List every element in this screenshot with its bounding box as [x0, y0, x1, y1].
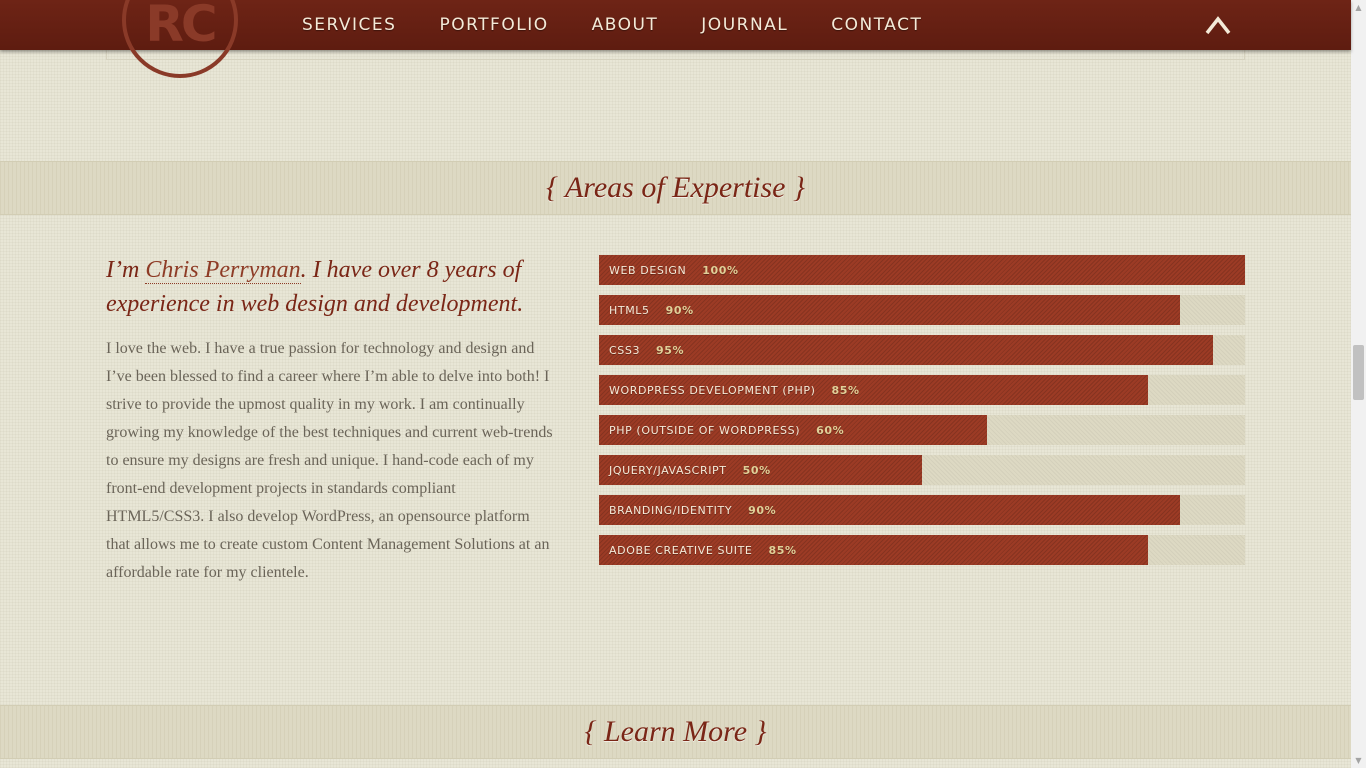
- learn-more-banner: { Learn More }: [0, 705, 1351, 759]
- skill-name: WEB DESIGN: [609, 264, 687, 277]
- page-scrollbar[interactable]: ▲ ▼: [1351, 0, 1366, 768]
- skill-percent: 90%: [665, 304, 694, 317]
- skill-label: PHP (OUTSIDE OF WORDPRESS) 60%: [609, 415, 844, 446]
- skill-bar: HTML5 90%: [599, 295, 1245, 325]
- intro-lead: I’m Chris Perryman. I have over 8 years …: [106, 253, 556, 321]
- skill-name: CSS3: [609, 344, 641, 357]
- skill-bar: CSS3 95%: [599, 335, 1245, 365]
- skill-bar: PHP (OUTSIDE OF WORDPRESS) 60%: [599, 415, 1245, 445]
- skill-label: HTML5 90%: [609, 295, 694, 326]
- site-logo[interactable]: RC: [122, 0, 238, 78]
- skill-bar: WORDPRESS DEVELOPMENT (PHP) 85%: [599, 375, 1245, 405]
- skill-name: WORDPRESS DEVELOPMENT (PHP): [609, 384, 816, 397]
- learn-more-title: { Learn More }: [584, 715, 767, 748]
- skill-bar: JQUERY/JAVASCRIPT 50%: [599, 455, 1245, 485]
- skill-name: BRANDING/IDENTITY: [609, 504, 733, 517]
- nav-link-portfolio[interactable]: PORTFOLIO: [439, 15, 548, 35]
- back-to-top-button[interactable]: [1204, 11, 1232, 39]
- skill-bar: WEB DESIGN 100%: [599, 255, 1245, 285]
- skill-label: WORDPRESS DEVELOPMENT (PHP) 85%: [609, 375, 860, 406]
- scroll-down-arrow-icon[interactable]: ▼: [1351, 753, 1366, 768]
- caret-up-icon: [1205, 16, 1231, 35]
- skill-percent: 60%: [816, 424, 845, 437]
- skill-percent: 90%: [748, 504, 777, 517]
- skill-bar: ADOBE CREATIVE SUITE 85%: [599, 535, 1245, 565]
- nav-link-services[interactable]: SERVICES: [302, 15, 396, 35]
- skill-bars: WEB DESIGN 100% HTML5 90% CSS3 95% WORDPRESS D…: [599, 255, 1245, 575]
- skill-percent: 100%: [702, 264, 739, 277]
- skill-percent: 95%: [656, 344, 685, 357]
- expertise-title: { Areas of Expertise }: [546, 171, 805, 204]
- scroll-thumb[interactable]: [1353, 345, 1364, 400]
- author-name-link[interactable]: Chris Perryman: [145, 257, 301, 284]
- skill-label: CSS3 95%: [609, 335, 684, 366]
- skill-bar: BRANDING/IDENTITY 90%: [599, 495, 1245, 525]
- skill-percent: 50%: [742, 464, 771, 477]
- skill-name: HTML5: [609, 304, 650, 317]
- skill-percent: 85%: [768, 544, 797, 557]
- skill-label: WEB DESIGN 100%: [609, 255, 739, 286]
- skill-label: JQUERY/JAVASCRIPT 50%: [609, 455, 771, 486]
- top-nav: RC SERVICES PORTFOLIO ABOUT JOURNAL CONT…: [0, 0, 1351, 78]
- skill-percent: 85%: [831, 384, 860, 397]
- skill-bar-fill: [599, 335, 1213, 365]
- skill-name: JQUERY/JAVASCRIPT: [609, 464, 727, 477]
- skill-name: PHP (OUTSIDE OF WORDPRESS): [609, 424, 801, 437]
- nav-links: SERVICES PORTFOLIO ABOUT JOURNAL CONTACT: [302, 0, 965, 50]
- lead-prefix: I’m: [106, 257, 146, 283]
- skill-label: ADOBE CREATIVE SUITE 85%: [609, 535, 797, 566]
- nav-link-contact[interactable]: CONTACT: [831, 15, 922, 35]
- intro-column: I’m Chris Perryman. I have over 8 years …: [106, 253, 556, 587]
- skill-label: BRANDING/IDENTITY 90%: [609, 495, 776, 526]
- nav-link-journal[interactable]: JOURNAL: [701, 15, 788, 35]
- nav-link-about[interactable]: ABOUT: [592, 15, 659, 35]
- expertise-banner: { Areas of Expertise }: [0, 161, 1351, 215]
- scroll-up-arrow-icon[interactable]: ▲: [1351, 0, 1366, 15]
- skill-name: ADOBE CREATIVE SUITE: [609, 544, 753, 557]
- intro-body: I love the web. I have a true passion fo…: [106, 340, 553, 581]
